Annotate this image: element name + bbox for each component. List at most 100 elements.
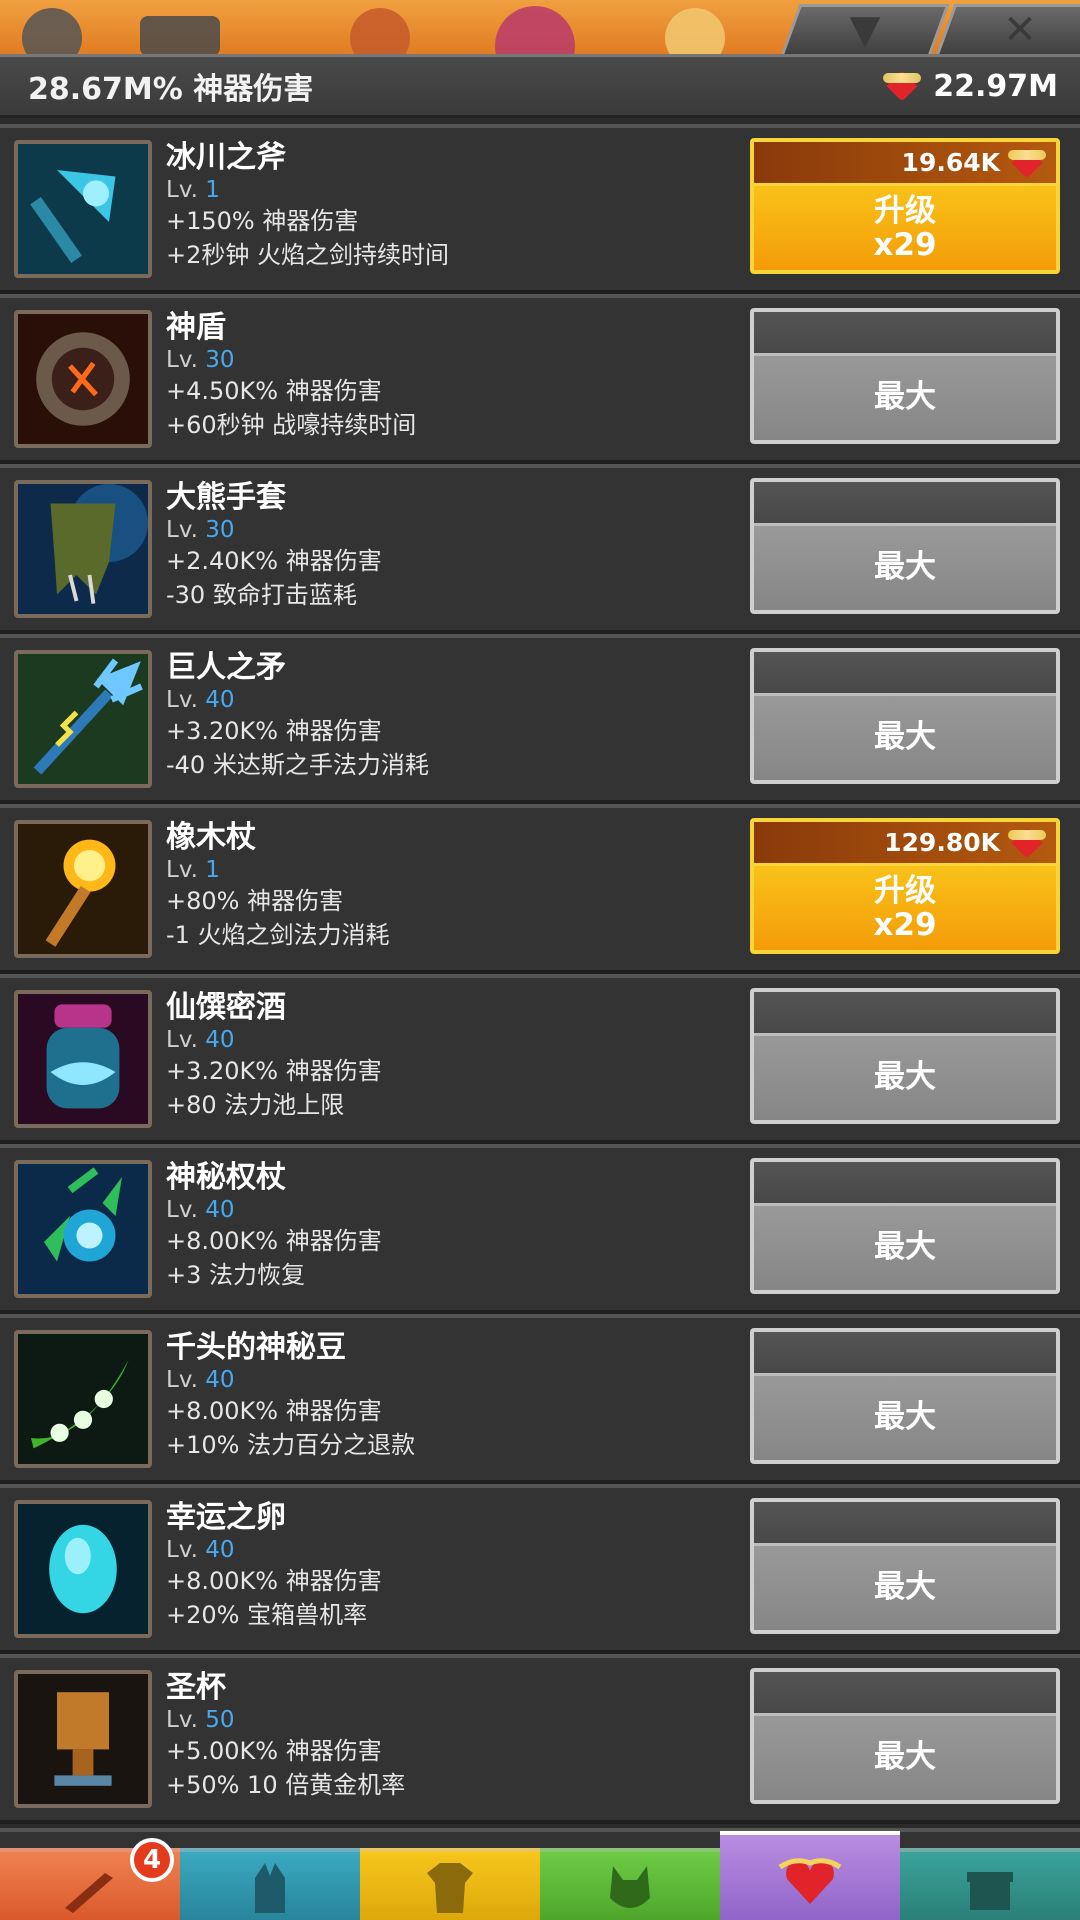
- artifact-name: 神秘权杖: [166, 1160, 286, 1195]
- artifact-effect-secondary: +50% 10 倍黄金机率: [166, 1771, 406, 1799]
- tab-heroes[interactable]: [180, 1848, 360, 1920]
- max-level-button[interactable]: 最大: [750, 1158, 1060, 1294]
- artifact-level: Lv. 40: [166, 1537, 235, 1563]
- artifact-effect-primary: +150% 神器伤害: [166, 207, 359, 235]
- shield-icon: [14, 310, 152, 448]
- max-level-button[interactable]: 最大: [750, 1328, 1060, 1464]
- lucky-egg-icon: [14, 1500, 152, 1638]
- artifact-name: 大熊手套: [166, 480, 286, 515]
- artifact-row: 圣杯 Lv. 50 +5.00K% 神器伤害 +50% 10 倍黄金机率 最大: [0, 1654, 1080, 1824]
- max-label: 最大: [754, 1036, 1056, 1120]
- chest-icon: [967, 1871, 1013, 1910]
- relic-currency-amount: 22.97M: [933, 68, 1058, 104]
- heart-relic-icon: [1008, 826, 1046, 860]
- artifact-effect-secondary: +2秒钟 火焰之剑持续时间: [166, 241, 450, 269]
- shirt-icon: [427, 1862, 473, 1913]
- upgrade-button[interactable]: 19.64K 升级 x29: [750, 138, 1060, 274]
- gem-icon: [350, 8, 410, 56]
- artifact-level: Lv. 40: [166, 1027, 235, 1053]
- artifact-level: Lv. 30: [166, 347, 235, 373]
- artifact-level: Lv. 40: [166, 687, 235, 713]
- max-level-button[interactable]: 最大: [750, 478, 1060, 614]
- artifact-level: Lv. 40: [166, 1367, 235, 1393]
- sword-icon: [65, 1872, 113, 1913]
- artifact-effect-primary: +3.20K% 神器伤害: [166, 717, 382, 745]
- pet-icon: [610, 1865, 650, 1908]
- max-label: 最大: [754, 1716, 1056, 1800]
- max-level-button[interactable]: 最大: [750, 648, 1060, 784]
- artifact-name: 神盾: [166, 310, 226, 345]
- artifact-row: 千头的神秘豆 Lv. 40 +8.00K% 神器伤害 +10% 法力百分之退款 …: [0, 1314, 1080, 1484]
- upgrade-label: 升级: [874, 193, 936, 229]
- chevron-down-icon: ▼: [849, 7, 881, 53]
- close-tab[interactable]: ✕: [935, 4, 1080, 56]
- nectar-jar-icon: [14, 990, 152, 1128]
- artifact-effect-secondary: -40 米达斯之手法力消耗: [166, 751, 429, 779]
- artifact-row: 橡木杖 Lv. 1 +80% 神器伤害 -1 火焰之剑法力消耗 129.80K …: [0, 804, 1080, 974]
- max-label: 最大: [754, 1376, 1056, 1460]
- tab-artifacts[interactable]: [720, 1831, 900, 1920]
- tab-pets[interactable]: [540, 1848, 720, 1920]
- artifact-effect-secondary: +10% 法力百分之退款: [166, 1431, 416, 1459]
- helmet-icon: [255, 1862, 285, 1913]
- artifact-name: 巨人之矛: [166, 650, 286, 685]
- crossed-swords-icon[interactable]: [140, 16, 220, 56]
- artifact-level: Lv. 50: [166, 1707, 235, 1733]
- portrait-icon: [495, 6, 575, 56]
- artifact-effect-primary: +80% 神器伤害: [166, 887, 344, 915]
- artifact-name: 仙馔密酒: [166, 990, 286, 1025]
- heart-relic-icon: [1008, 146, 1046, 180]
- gear-icon[interactable]: [22, 8, 82, 56]
- max-level-button[interactable]: 最大: [750, 1668, 1060, 1804]
- artifact-name: 幸运之卵: [166, 1500, 286, 1535]
- artifact-name: 橡木杖: [166, 820, 256, 855]
- artifact-level: Lv. 30: [166, 517, 235, 543]
- axe-icon: [14, 140, 152, 278]
- collapse-tab[interactable]: ▼: [780, 4, 950, 56]
- artifact-name: 千头的神秘豆: [166, 1330, 346, 1365]
- artifact-row: 神盾 Lv. 30 +4.50K% 神器伤害 +60秒钟 战嚎持续时间 最大: [0, 294, 1080, 464]
- artifact-summary-bar: 28.67M% 神器伤害 22.97M: [0, 54, 1080, 118]
- tab-shop[interactable]: [900, 1848, 1080, 1920]
- tab-sword-master[interactable]: 4: [0, 1838, 180, 1920]
- mystic-staff-icon: [14, 1160, 152, 1298]
- artifact-row: 仙馔密酒 Lv. 40 +3.20K% 神器伤害 +80 法力池上限 最大: [0, 974, 1080, 1144]
- bean-pod-icon: [14, 1330, 152, 1468]
- artifact-name: 圣杯: [166, 1670, 226, 1705]
- total-artifact-damage: 28.67M% 神器伤害: [28, 72, 314, 107]
- artifact-row: 神秘权杖 Lv. 40 +8.00K% 神器伤害 +3 法力恢复 最大: [0, 1144, 1080, 1314]
- artifact-effect-primary: +2.40K% 神器伤害: [166, 547, 382, 575]
- close-icon: ✕: [1003, 7, 1037, 53]
- upgrade-multiplier: x29: [873, 907, 937, 943]
- bear-glove-icon: [14, 480, 152, 618]
- upgrade-cost: 19.64K: [754, 142, 1056, 186]
- max-label: 最大: [754, 1206, 1056, 1290]
- artifact-level: Lv. 40: [166, 1197, 235, 1223]
- max-label: 最大: [754, 356, 1056, 440]
- spear-icon: [14, 650, 152, 788]
- chalice-icon: [14, 1670, 152, 1808]
- artifact-effect-primary: +8.00K% 神器伤害: [166, 1397, 382, 1425]
- oak-staff-icon: [14, 820, 152, 958]
- game-top-strip: ▼ ✕: [0, 0, 1080, 56]
- artifact-effect-secondary: +80 法力池上限: [166, 1091, 345, 1119]
- upgrade-button[interactable]: 129.80K 升级 x29: [750, 818, 1060, 954]
- artifact-effect-secondary: -1 火焰之剑法力消耗: [166, 921, 390, 949]
- upgrade-cost: 129.80K: [754, 822, 1056, 866]
- max-level-button[interactable]: 最大: [750, 1498, 1060, 1634]
- notification-badge: 4: [130, 1838, 174, 1882]
- max-level-button[interactable]: 最大: [750, 988, 1060, 1124]
- artifact-row: 幸运之卵 Lv. 40 +8.00K% 神器伤害 +20% 宝箱兽机率 最大: [0, 1484, 1080, 1654]
- artifact-level: Lv. 1: [166, 857, 220, 883]
- max-level-button[interactable]: 最大: [750, 308, 1060, 444]
- artifact-row: 大熊手套 Lv. 30 +2.40K% 神器伤害 -30 致命打击蓝耗 最大: [0, 464, 1080, 634]
- artifact-name: 冰川之斧: [166, 140, 286, 175]
- upgrade-multiplier: x29: [873, 227, 937, 263]
- artifact-level: Lv. 1: [166, 177, 220, 203]
- artifact-list[interactable]: 冰川之斧 Lv. 1 +150% 神器伤害 +2秒钟 火焰之剑持续时间 19.6…: [0, 124, 1080, 1824]
- max-label: 最大: [754, 1546, 1056, 1630]
- tab-equipment[interactable]: [360, 1848, 540, 1920]
- artifact-effect-primary: +3.20K% 神器伤害: [166, 1057, 382, 1085]
- artifact-row: 冰川之斧 Lv. 1 +150% 神器伤害 +2秒钟 火焰之剑持续时间 19.6…: [0, 124, 1080, 294]
- artifact-effect-primary: +5.00K% 神器伤害: [166, 1737, 382, 1765]
